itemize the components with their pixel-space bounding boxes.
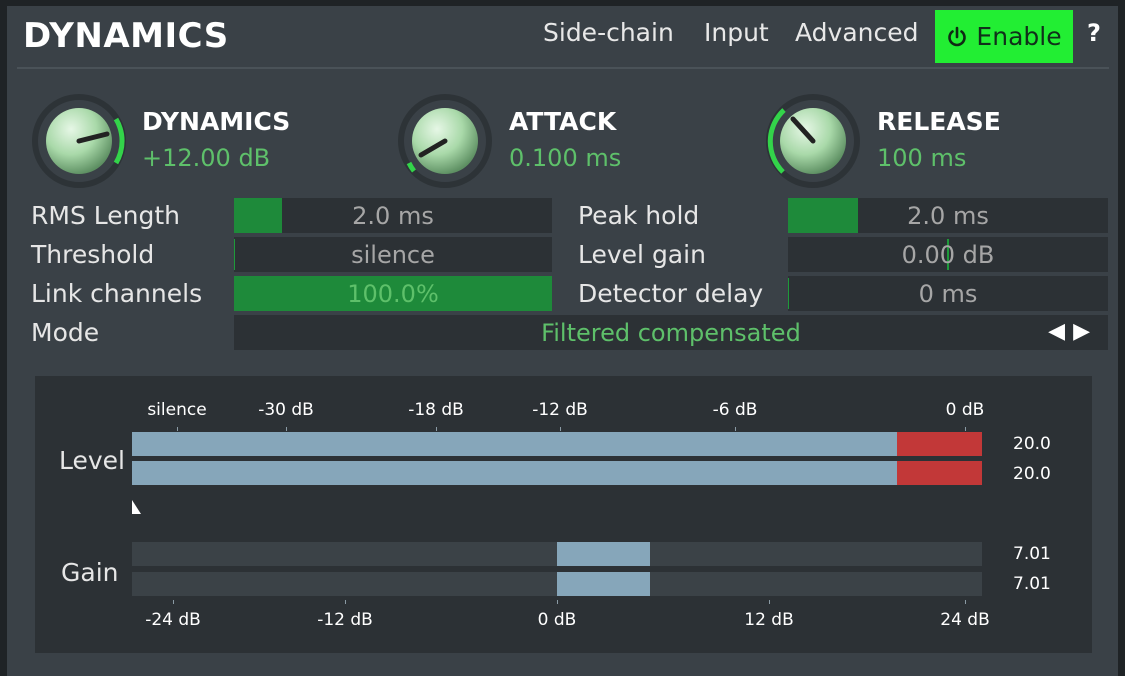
attack-knob[interactable] — [395, 91, 495, 191]
help-button[interactable]: ? — [1087, 19, 1101, 47]
gain-scale-label: -12 dB — [317, 610, 373, 630]
panel-title: DYNAMICS — [23, 16, 229, 56]
gain-scale-label: 12 dB — [744, 610, 794, 630]
level-gain-value: 0.00 dB — [901, 240, 995, 269]
peak-hold-label: Peak hold — [578, 201, 700, 230]
gain-scale-tick — [173, 600, 174, 604]
power-icon — [948, 26, 967, 46]
threshold-value: silence — [351, 240, 435, 269]
threshold-pointer-icon[interactable] — [132, 500, 144, 516]
dynamics-knob-title: DYNAMICS — [142, 107, 291, 136]
level-scale-tick — [286, 427, 287, 431]
release-knob-title: RELEASE — [877, 107, 1001, 136]
level-scale-label: -12 dB — [532, 400, 588, 420]
mode-selector[interactable]: Filtered compensated ◀▶ — [234, 315, 1108, 350]
dynamics-knob[interactable] — [29, 91, 129, 191]
link-channels-label: Link channels — [31, 279, 203, 308]
level-scale-label: silence — [147, 400, 207, 420]
level-scale-tick — [436, 427, 437, 431]
gain-scale-tick — [345, 600, 346, 604]
level-readout-left: 20.0 — [1013, 434, 1051, 454]
meter-display: silence -30 dB -18 dB -12 dB -6 dB 0 dB Level… — [35, 376, 1092, 653]
level-scale-tick — [735, 427, 736, 431]
gain-scale-tick — [965, 600, 966, 604]
detector-delay-slider[interactable]: 0 ms — [788, 276, 1108, 311]
level-bar-left-clip — [897, 432, 982, 456]
level-scale-label: -6 dB — [712, 400, 758, 420]
mode-arrows: ◀▶ — [1048, 319, 1098, 344]
gain-scale-label: 0 dB — [537, 610, 577, 630]
gain-scale-label: 24 dB — [940, 610, 990, 630]
peak-hold-slider[interactable]: 2.0 ms — [788, 198, 1108, 233]
detector-delay-value: 0 ms — [918, 279, 978, 308]
link-channels-slider[interactable]: 100.0% — [234, 276, 552, 311]
threshold-slider[interactable]: silence — [234, 237, 552, 272]
gain-meter-label: Gain — [61, 558, 119, 587]
level-scale-label: -18 dB — [408, 400, 464, 420]
peak-hold-value: 2.0 ms — [907, 201, 989, 230]
level-scale-tick — [560, 427, 561, 431]
gain-scale-tick — [769, 600, 770, 604]
dynamics-panel: DYNAMICS Side-chain Input Advanced Enabl… — [7, 6, 1118, 676]
level-scale-tick — [177, 427, 178, 431]
gain-bar-right — [557, 572, 650, 596]
mode-label: Mode — [31, 318, 100, 347]
enable-label: Enable — [976, 22, 1062, 51]
level-scale-tick — [965, 427, 966, 431]
gain-readout-right: 7.01 — [1013, 574, 1051, 594]
level-gain-label: Level gain — [578, 240, 706, 269]
attack-knob-title: ATTACK — [509, 107, 617, 136]
release-knob[interactable] — [763, 91, 863, 191]
threshold-label: Threshold — [31, 240, 155, 269]
level-bar-right — [132, 461, 897, 485]
level-readout-right: 20.0 — [1013, 464, 1051, 484]
dynamics-knob-value: +12.00 dB — [142, 144, 271, 172]
mode-value: Filtered compensated — [541, 318, 801, 347]
header-divider — [17, 67, 1109, 69]
level-bar-right-clip — [897, 461, 982, 485]
level-meter-label: Level — [59, 446, 125, 475]
level-gain-slider[interactable]: 0.00 dB — [788, 237, 1108, 272]
gain-scale-tick — [557, 600, 558, 604]
gain-readout-left: 7.01 — [1013, 544, 1051, 564]
detector-delay-label: Detector delay — [578, 279, 764, 308]
sidechain-button[interactable]: Side-chain — [543, 18, 674, 47]
arrow-left-icon[interactable]: ◀ — [1048, 319, 1073, 344]
input-button[interactable]: Input — [704, 18, 769, 47]
link-channels-value: 100.0% — [347, 279, 439, 308]
rms-length-slider[interactable]: 2.0 ms — [234, 198, 552, 233]
rms-length-value: 2.0 ms — [352, 201, 434, 230]
enable-button[interactable]: Enable — [935, 10, 1073, 63]
level-scale-label: -30 dB — [258, 400, 314, 420]
rms-length-label: RMS Length — [31, 201, 180, 230]
level-scale-label: 0 dB — [945, 400, 985, 420]
gain-bar-left — [557, 542, 650, 566]
attack-knob-value: 0.100 ms — [509, 144, 622, 172]
gain-scale-label: -24 dB — [145, 610, 201, 630]
level-bar-left — [132, 432, 897, 456]
arrow-right-icon[interactable]: ▶ — [1073, 319, 1098, 344]
advanced-button[interactable]: Advanced — [795, 18, 919, 47]
release-knob-value: 100 ms — [877, 144, 967, 172]
